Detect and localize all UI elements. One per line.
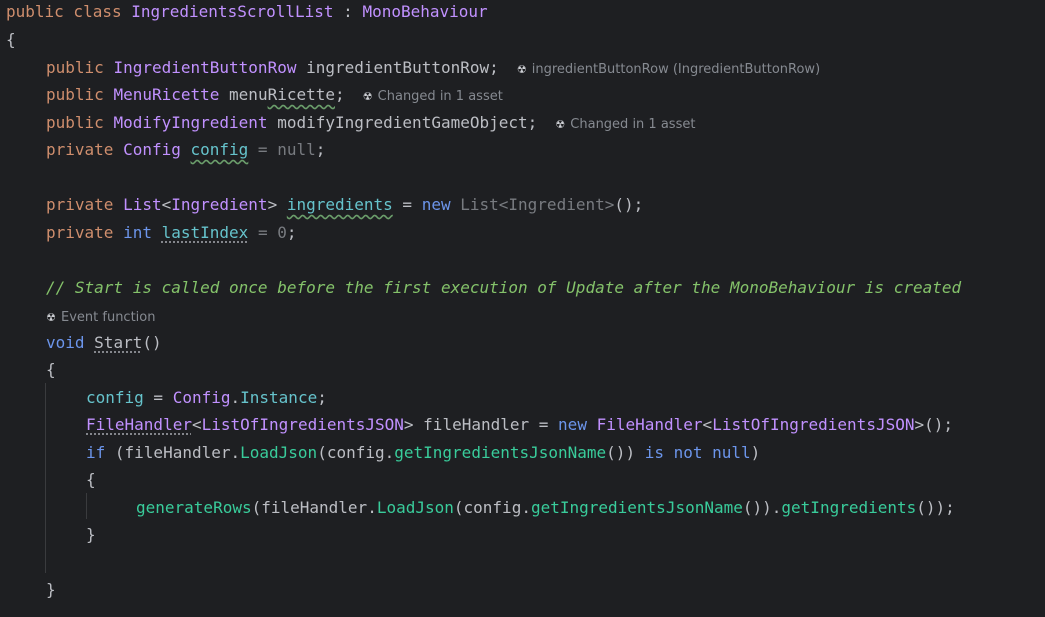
code-line: generateRows(fileHandler.LoadJson(config…	[136, 498, 955, 517]
code-line: {	[86, 470, 96, 489]
code-line: private List<Ingredient> ingredients = n…	[46, 195, 644, 214]
code-line: {	[6, 30, 16, 49]
inlay-hint[interactable]: ☢ Changed in 1 asset	[363, 89, 503, 104]
unity-icon: ☢	[46, 311, 56, 324]
code-line: void Start()	[46, 333, 162, 352]
unity-icon: ☢	[362, 90, 373, 103]
inlay-hint[interactable]: ☢ Event function	[46, 310, 155, 325]
code-line: ☢ Event function	[46, 304, 155, 328]
code-line: }	[46, 580, 56, 599]
code-line: {	[46, 360, 56, 379]
code-line: private int lastIndex = 0;	[46, 223, 297, 242]
indent-guide	[45, 383, 46, 573]
inlay-hint[interactable]: ☢ Changed in 1 asset	[555, 117, 695, 132]
code-line: public class IngredientsScrollList : Mon…	[6, 2, 488, 21]
code-line: public ModifyIngredient modifyIngredient…	[46, 111, 695, 135]
code-comment: // Start is called once before the first…	[46, 278, 962, 297]
code-line: private Config config = null;	[46, 140, 326, 159]
code-line: config = Config.Instance;	[86, 388, 327, 407]
code-line: if (fileHandler.LoadJson(config.getIngre…	[86, 443, 761, 462]
code-line: public MenuRicette menuRicette; ☢ Changed …	[46, 83, 503, 107]
code-editor[interactable]: public class IngredientsScrollList : Mon…	[0, 0, 1045, 617]
code-line: public IngredientButtonRow ingredientBut…	[46, 56, 820, 80]
indent-guide	[86, 493, 87, 519]
unity-icon: ☢	[555, 118, 566, 131]
unity-icon: ☢	[516, 63, 527, 76]
code-line: }	[86, 525, 96, 544]
inlay-hint[interactable]: ☢ ingredientButtonRow (IngredientButtonRo…	[517, 62, 820, 77]
code-line: FileHandler<ListOfIngredientsJSON> fileH…	[86, 415, 954, 434]
